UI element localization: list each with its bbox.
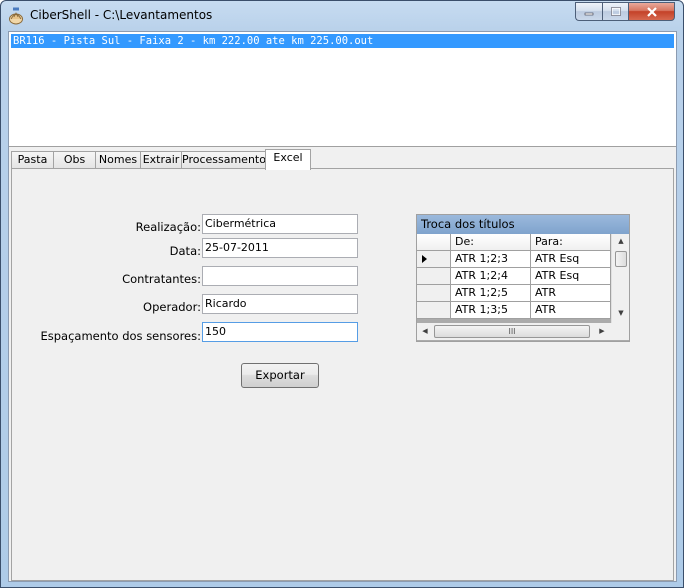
minimize-button[interactable] [575,2,602,21]
data-input[interactable]: 25-07-2011 [202,238,358,258]
excel-tab-page: Realização: Cibermétrica Data: 25-07-201… [11,168,674,581]
tab-excel[interactable]: Excel [265,149,311,170]
row-header[interactable] [417,285,451,302]
titles-grid: Troca dos títulos De: Para: ATR 1;2;3 AT… [416,214,630,342]
grid-cell[interactable]: ATR Esq [531,251,611,268]
shell-app-icon [9,7,23,25]
scrollbar-corner [611,323,629,340]
grid-cell[interactable]: ATR Esq [531,268,611,285]
row-header[interactable] [417,268,451,285]
row-pointer-icon [422,255,427,263]
data-label: Data: [169,244,201,258]
tab-obs[interactable]: Obs [53,151,96,169]
operador-input[interactable]: Ricardo [202,294,358,314]
operador-label: Operador: [143,300,201,314]
scroll-down-icon[interactable]: ▼ [613,309,629,317]
espacamento-label: Espaçamento dos sensores: [40,329,201,343]
close-icon [646,6,657,17]
contratantes-label: Contratantes: [122,272,201,286]
window-controls [575,2,675,21]
horizontal-scroll-thumb[interactable]: III [434,325,590,338]
vertical-scroll-thumb[interactable] [615,251,627,267]
grid-cell[interactable]: ATR [531,285,611,302]
grid-cell[interactable]: ATR [531,302,611,319]
grid-corner-header [417,234,451,251]
tab-nomes[interactable]: Nomes [95,151,141,169]
grid-body[interactable]: De: Para: ATR 1;2;3 ATR Esq ATR 1;2;4 AT… [417,234,629,341]
grid-cell[interactable]: ATR 1;2;4 [451,268,531,285]
vertical-scrollbar[interactable]: ▲ ▼ [611,234,629,323]
tab-pasta[interactable]: Pasta [11,151,54,169]
maximize-button[interactable] [602,2,628,21]
scroll-right-icon[interactable]: ▶ [594,327,610,335]
row-header[interactable] [417,302,451,319]
contratantes-input[interactable] [202,266,358,286]
window-title: CiberShell - C:\Levantamentos [30,8,213,22]
tab-extrair[interactable]: Extrair [140,151,182,169]
column-header-de[interactable]: De: [451,234,531,251]
grid-cell[interactable]: ATR 1;3;5 [451,302,531,319]
export-button[interactable]: Exportar [241,363,319,388]
file-list[interactable]: BR116 - Pista Sul - Faixa 2 - km 222.00 … [9,32,676,147]
grid-caption: Troca dos títulos [417,215,629,234]
realizacao-label: Realização: [135,220,201,234]
scroll-left-icon[interactable]: ◀ [417,327,433,335]
row-header[interactable] [417,251,451,268]
espacamento-input[interactable]: 150 [202,322,358,342]
close-button[interactable] [628,2,675,21]
realizacao-input[interactable]: Cibermétrica [202,214,358,234]
grid-cell[interactable]: ATR 1;2;3 [451,251,531,268]
tab-processamento[interactable]: Processamento [181,151,266,169]
file-list-item[interactable]: BR116 - Pista Sul - Faixa 2 - km 222.00 … [11,34,674,48]
horizontal-scrollbar[interactable]: ◀ III ▶ [417,323,611,340]
grid-cell[interactable]: ATR 1;2;5 [451,285,531,302]
main-window: CiberShell - C:\Levantamentos BR116 - Pi… [0,0,684,588]
title-bar[interactable]: CiberShell - C:\Levantamentos [1,1,683,31]
client-area: BR116 - Pista Sul - Faixa 2 - km 222.00 … [8,31,677,582]
scroll-up-icon[interactable]: ▲ [613,237,629,245]
maximize-icon [610,6,621,16]
column-header-para[interactable]: Para: [531,234,611,251]
minimize-icon [584,12,594,15]
